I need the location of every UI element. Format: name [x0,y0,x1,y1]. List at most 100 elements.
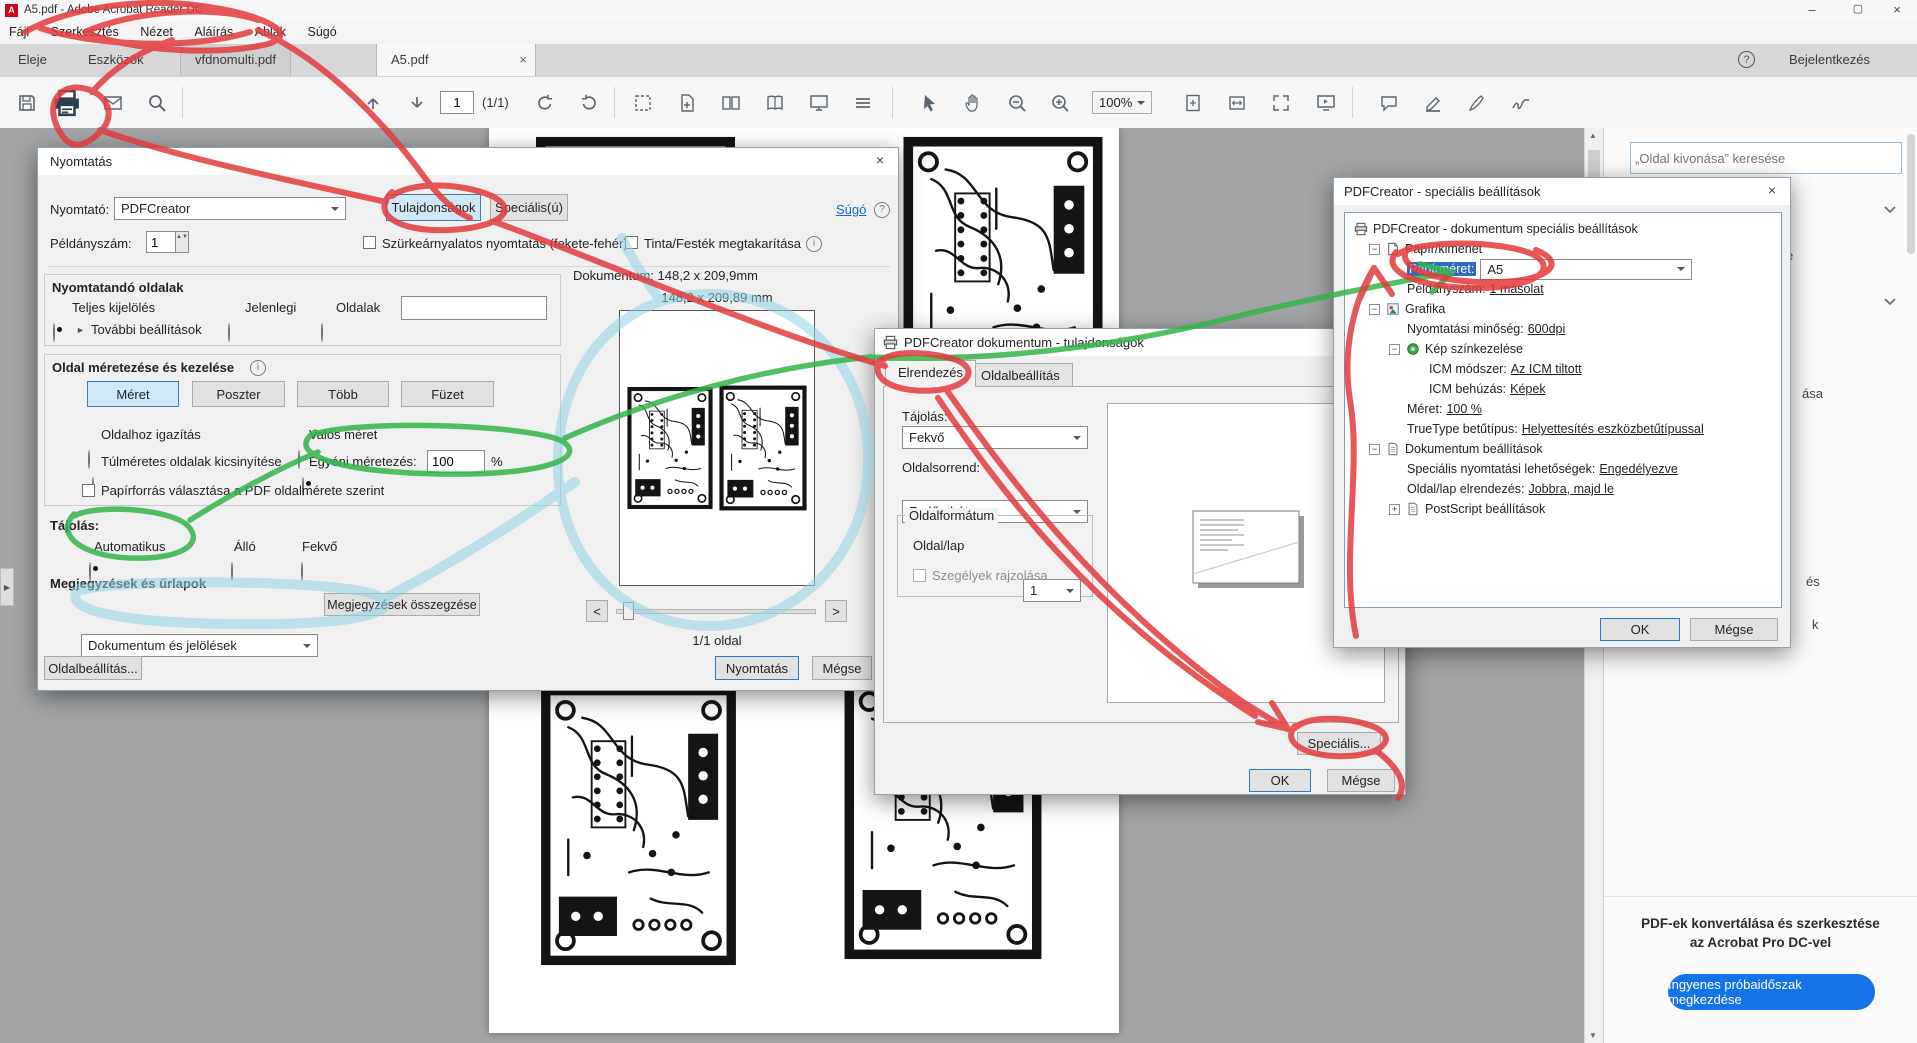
more-settings-link[interactable]: További beállítások [91,322,202,337]
scroll-mode-icon[interactable] [850,90,876,116]
search-tools-input[interactable] [1630,142,1902,174]
current-page-radio[interactable] [228,323,230,342]
split-view-icon[interactable] [718,90,744,116]
zoom-in-icon[interactable] [1047,90,1073,116]
menu-view[interactable]: Nézet [131,22,182,42]
zoom-level-select[interactable]: 100% [1092,91,1152,114]
fit-radio[interactable] [88,450,90,469]
doc-tab-a5[interactable]: A5.pdf × [376,44,536,76]
advanced-dialog-titlebar[interactable]: PDFCreator - speciális beállítások [1334,178,1790,205]
menu-file[interactable]: Fájl [0,22,38,42]
tree-item-paper-output[interactable]: − Papír/kimenet [1345,239,1781,259]
help-info-icon[interactable]: ? [874,202,890,218]
collapse-icon[interactable]: − [1369,303,1380,315]
cancel-button[interactable]: Mégse [1690,618,1778,641]
tree-item-copy-count[interactable]: Példányszám: 1 másolat [1345,279,1781,299]
two-page-view-icon[interactable] [762,90,788,116]
print-button[interactable]: Nyomtatás [715,656,799,680]
tree-item-print-quality[interactable]: Nyomtatási minőség: 600dpi [1345,319,1781,339]
menu-edit[interactable]: Szerkesztés [42,22,128,42]
tree-item-icm-intent[interactable]: ICM behúzás: Képek [1345,379,1781,399]
chevron-down-icon[interactable] [1882,294,1898,310]
help-link[interactable]: Súgó [836,202,866,217]
preview-prev-button[interactable]: < [586,600,608,622]
menu-window[interactable]: Ablak [246,22,295,42]
landscape-radio[interactable] [301,562,303,581]
close-icon[interactable]: × [870,152,890,168]
tree-value[interactable]: Az ICM tiltott [1511,362,1582,376]
tree-item-root[interactable]: PDFCreator - dokumentum speciális beállí… [1345,219,1781,239]
free-trial-button[interactable]: Ingyenes próbaidőszak megkezdése [1668,974,1875,1010]
hand-tool-icon[interactable] [960,90,986,116]
add-page-icon[interactable] [674,90,700,116]
panel-scrollbar-thumb[interactable] [1907,134,1915,254]
presentation-icon[interactable] [1313,90,1339,116]
paper-size-select[interactable]: A5 [1480,258,1693,280]
tree-value[interactable]: Helyettesítés eszközbetűtípussal [1522,422,1704,436]
tree-item-color-management[interactable]: − Kép színkezelése [1345,339,1781,359]
fit-width-icon[interactable] [1224,90,1250,116]
poster-button[interactable]: Poszter [192,381,285,407]
summarize-comments-button[interactable]: Megjegyzések összegzése [324,593,480,616]
collapse-icon[interactable]: − [1369,443,1380,455]
tree-value[interactable]: Képek [1510,382,1545,396]
tree-item-truetype-font[interactable]: TrueType betűtípus: Helyettesítés eszköz… [1345,419,1781,439]
tab-paper-quality[interactable]: Oldalbeállítás [968,363,1073,387]
tree-item-icm-method[interactable]: ICM módszer: Az ICM tiltott [1345,359,1781,379]
size-button[interactable]: Méret [87,381,179,407]
close-icon[interactable]: × [1762,182,1782,198]
zoom-out-icon[interactable] [1004,90,1030,116]
tab-home[interactable]: Eleje [18,52,47,67]
select-tool-icon[interactable] [916,90,942,116]
fit-page-icon[interactable] [1180,90,1206,116]
comments-select[interactable]: Dokumentum és jelölések [81,634,318,657]
ink-info-icon[interactable]: i [806,236,822,252]
all-pages-radio[interactable] [53,323,55,342]
printer-select[interactable]: PDFCreator [114,197,346,220]
tree-value[interactable]: Jobbra, majd le [1528,482,1613,496]
ok-button[interactable]: OK [1249,769,1311,792]
copies-input[interactable] [146,231,176,253]
tab-tools[interactable]: Eszközök [88,52,144,67]
print-dialog-titlebar[interactable]: Nyomtatás [38,148,898,175]
tree-item-pages-per-sheet-layout[interactable]: Oldal/lap elrendezés: Jobbra, majd le [1345,479,1781,499]
fill-sign-icon[interactable] [1464,90,1490,116]
previous-page-icon[interactable] [360,90,386,116]
sizing-info-icon[interactable]: i [250,360,266,376]
doc-tab-vfdnomulti[interactable]: vfdnomulti.pdf [180,44,291,76]
preview-next-button[interactable]: > [825,600,847,622]
search-icon[interactable] [144,90,170,116]
ok-button[interactable]: OK [1600,618,1680,641]
orientation-select[interactable]: Fekvő [902,426,1088,449]
snapshot-icon[interactable] [630,90,656,116]
page-range-input[interactable] [401,296,547,320]
save-icon[interactable] [14,90,40,116]
fullscreen-icon[interactable] [806,90,832,116]
tree-value[interactable]: 1 másolat [1490,282,1544,296]
tree-value[interactable]: 600dpi [1528,322,1566,336]
cancel-button[interactable]: Mégse [1327,769,1395,792]
menu-sign[interactable]: Aláírás [185,22,242,42]
highlight-icon[interactable] [1420,90,1446,116]
tree-item-postscript-options[interactable]: + PostScript beállítások [1345,499,1781,519]
expand-icon[interactable]: + [1389,503,1400,515]
minimize-icon[interactable]: – [1792,2,1832,17]
help-icon[interactable]: ? [1738,51,1755,68]
advanced-button[interactable]: Speciális(ú) [490,194,568,221]
chevron-down-icon[interactable] [1882,202,1898,218]
tree-item-document-options[interactable]: − Dokumentum beállítások [1345,439,1781,459]
close-icon[interactable]: × [1880,2,1914,17]
preview-slider-handle[interactable] [623,602,634,620]
multiple-button[interactable]: Több [297,381,389,407]
tree-value[interactable]: 100 % [1446,402,1481,416]
rotate-cw-icon[interactable] [576,90,602,116]
custom-scale-input[interactable] [427,450,485,473]
expand-view-icon[interactable] [1268,90,1294,116]
email-icon[interactable] [100,90,126,116]
properties-button[interactable]: Tulajdonságok [386,194,481,221]
cancel-button[interactable]: Mégse [812,656,872,680]
page-range-radio[interactable] [321,323,323,342]
grayscale-checkbox[interactable] [363,236,376,249]
tab-layout[interactable]: Elrendezés [885,360,977,387]
tree-value[interactable]: Engedélyezve [1599,462,1678,476]
